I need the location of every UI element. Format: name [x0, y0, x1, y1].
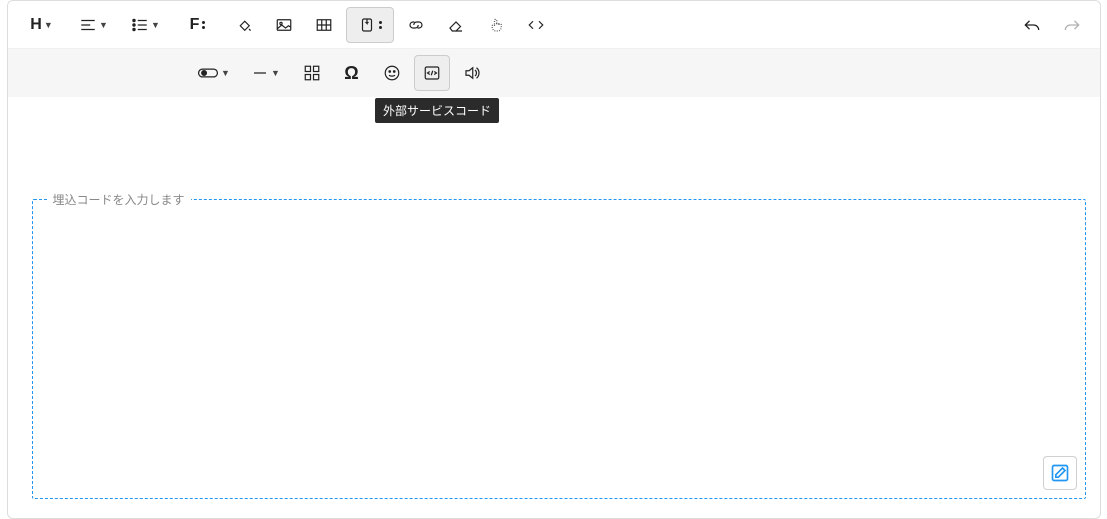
embed-box-label: 埋込コードを入力します [47, 191, 191, 208]
image-icon [275, 16, 293, 34]
edit-embed-button[interactable] [1043, 456, 1077, 490]
heading-icon: H [30, 16, 42, 34]
code-button[interactable] [518, 7, 554, 43]
attachment-dropdown[interactable] [346, 7, 394, 43]
chevron-down-icon: ▼ [151, 20, 160, 30]
grid-icon [303, 64, 321, 82]
paint-bucket-button[interactable] [226, 7, 262, 43]
chevron-down-icon: ▼ [44, 20, 53, 30]
heading-dropdown[interactable]: H ▼ [18, 7, 66, 43]
pencil-square-icon [1050, 463, 1070, 483]
divider-dropdown[interactable]: ▼ [242, 55, 290, 91]
hand-pointer-icon [487, 16, 505, 34]
code-icon [527, 16, 545, 34]
list-icon [131, 16, 149, 34]
font-icon: F [190, 16, 200, 34]
eraser-icon [447, 16, 465, 34]
eraser-button[interactable] [438, 7, 474, 43]
horizontal-rule-icon [251, 64, 269, 82]
redo-icon [1062, 15, 1082, 35]
symbol-button[interactable]: Ω [334, 55, 370, 91]
editor-area[interactable]: 埋込コードを入力します [8, 97, 1100, 519]
list-dropdown[interactable]: ▼ [122, 7, 170, 43]
align-left-icon [79, 16, 97, 34]
toggle-dropdown[interactable]: ▼ [190, 55, 238, 91]
dots-icon [378, 21, 382, 29]
embed-code-box[interactable]: 埋込コードを入力します [32, 199, 1086, 499]
dots-icon [201, 21, 205, 29]
chevron-down-icon: ▼ [99, 20, 108, 30]
grid-button[interactable] [294, 55, 330, 91]
toolbar-row-2: ▼ ▼ Ω [8, 49, 1100, 97]
toolbar-row-1: H ▼ ▼ ▼ F [8, 1, 1100, 49]
undo-button[interactable] [1014, 7, 1050, 43]
editor-container: H ▼ ▼ ▼ F [7, 0, 1101, 519]
chevron-down-icon: ▼ [271, 68, 280, 78]
redo-button[interactable] [1054, 7, 1090, 43]
link-button[interactable] [398, 7, 434, 43]
speaker-icon [463, 64, 481, 82]
emoji-button[interactable] [374, 55, 410, 91]
image-button[interactable] [266, 7, 302, 43]
omega-icon: Ω [344, 63, 358, 84]
font-dropdown[interactable]: F [174, 7, 222, 43]
undo-icon [1022, 15, 1042, 35]
chevron-down-icon: ▼ [221, 68, 230, 78]
toggle-icon [197, 64, 219, 82]
link-icon [407, 16, 425, 34]
smile-icon [383, 64, 401, 82]
embed-code-icon [423, 64, 441, 82]
audio-button[interactable] [454, 55, 490, 91]
embed-code-button[interactable] [414, 55, 450, 91]
align-dropdown[interactable]: ▼ [70, 7, 118, 43]
table-icon [315, 16, 333, 34]
touch-button[interactable] [478, 7, 514, 43]
table-button[interactable] [306, 7, 342, 43]
attachment-icon [358, 16, 376, 34]
paint-bucket-icon [235, 16, 253, 34]
